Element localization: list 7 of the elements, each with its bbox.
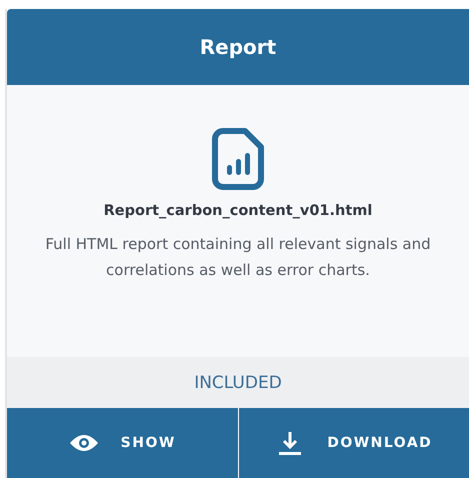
show-button[interactable]: SHOW xyxy=(7,408,238,478)
chart-file-icon xyxy=(211,127,265,191)
card-title: Report xyxy=(7,9,469,85)
status-label: INCLUDED xyxy=(7,357,469,408)
download-button[interactable]: DOWNLOAD xyxy=(238,408,469,478)
description: Full HTML report containing all relevant signals and correlations as well as error charts. xyxy=(44,234,432,281)
file-name: Report_carbon_content_v01.html xyxy=(104,203,372,219)
